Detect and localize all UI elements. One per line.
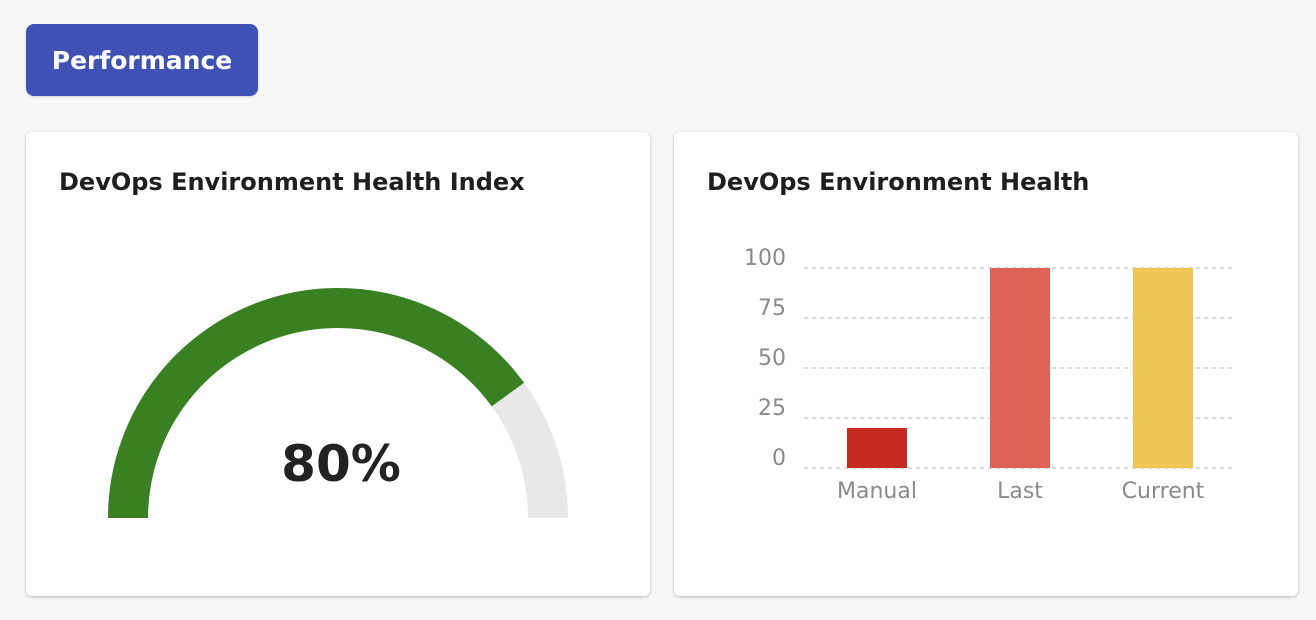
health-chart-card: DevOps Environment Health 0 25 50 75 100 Man…	[674, 132, 1298, 596]
y-tick-label: 50	[758, 346, 786, 371]
health-index-gauge: 80%	[108, 288, 568, 519]
bar-layer	[847, 268, 1193, 468]
x-category-label: Manual	[837, 479, 917, 504]
performance-button[interactable]: Performance	[26, 24, 258, 96]
y-tick-label: 75	[758, 296, 786, 321]
y-tick-label: 25	[758, 396, 786, 421]
x-category-label: Current	[1122, 479, 1205, 504]
y-tick-label: 0	[772, 446, 786, 471]
bar-last[interactable]	[990, 268, 1050, 468]
y-tick-label: 100	[744, 246, 786, 271]
bar-manual[interactable]	[847, 428, 907, 468]
label-layer: Manual Last Current	[837, 479, 1205, 504]
x-category-label: Last	[997, 479, 1043, 504]
bar-current[interactable]	[1133, 268, 1193, 468]
gauge-value-text: 80%	[281, 435, 401, 493]
health-bar-chart: 0 25 50 75 100 Manual Last Current	[744, 246, 1236, 504]
health-index-card: DevOps Environment Health Index 80%	[26, 132, 650, 596]
